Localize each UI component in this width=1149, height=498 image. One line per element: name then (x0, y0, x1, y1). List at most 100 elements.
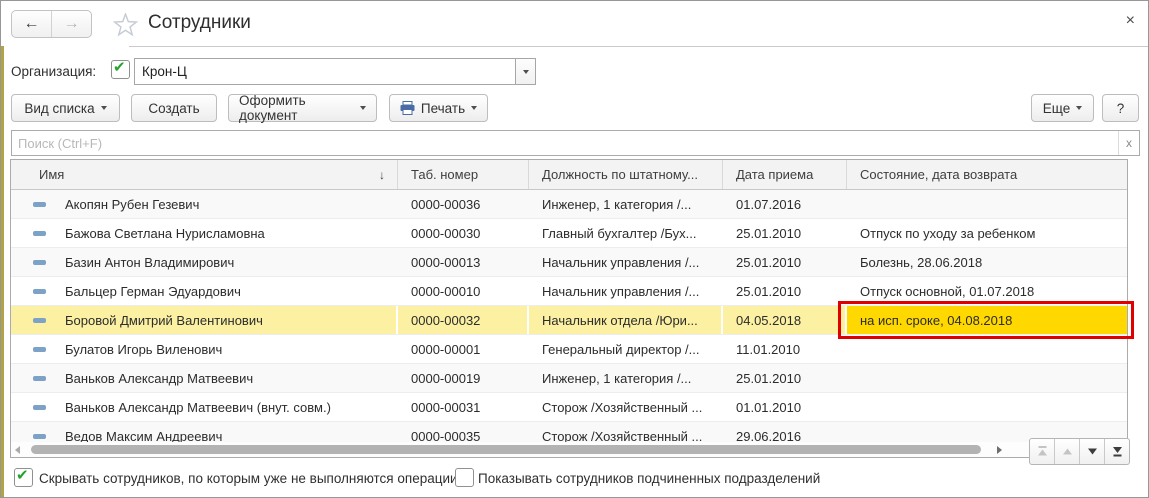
search-input[interactable] (12, 131, 1118, 155)
status-cell[interactable] (847, 393, 1127, 421)
printer-icon (400, 101, 415, 115)
table-row[interactable]: Бальцер Герман Эдуардович0000-00010Начал… (11, 277, 1127, 306)
make-document-label: Оформить документ (239, 93, 354, 123)
favorites-star-icon[interactable] (113, 13, 138, 42)
create-button[interactable]: Создать (131, 94, 217, 122)
column-header[interactable]: Должность по штатному... (529, 160, 723, 189)
horizontal-scrollbar[interactable] (11, 442, 1127, 457)
hide-employees-label[interactable]: Скрывать сотрудников, по которым уже не … (39, 471, 458, 486)
hire-date-cell[interactable]: 01.07.2016 (723, 190, 847, 218)
organization-checkbox[interactable]: ✔ (111, 60, 130, 79)
employee-position-cell[interactable]: Начальник управления /... (529, 277, 723, 305)
employee-name-cell[interactable]: Булатов Игорь Виленович (11, 335, 398, 363)
chevron-down-icon (523, 70, 529, 74)
employee-name-cell[interactable]: Базин Антон Владимирович (11, 248, 398, 276)
scroll-right-icon[interactable] (997, 446, 1002, 454)
go-last-button[interactable] (1104, 439, 1129, 464)
employee-number-cell[interactable]: 0000-00031 (398, 393, 529, 421)
help-button[interactable]: ? (1102, 94, 1139, 122)
employee-number-cell[interactable]: 0000-00035 (398, 422, 529, 442)
status-cell[interactable] (847, 335, 1127, 363)
status-cell[interactable]: Отпуск основной, 01.07.2018 (847, 277, 1127, 305)
show-subordinate-label[interactable]: Показывать сотрудников подчиненных подра… (478, 471, 820, 486)
column-header[interactable]: Дата приема (723, 160, 847, 189)
go-first-button[interactable] (1030, 439, 1054, 464)
table-row[interactable]: Ведов Максим Андреевич 0000-00035Сторож /… (11, 422, 1127, 442)
employee-number-cell[interactable]: 0000-00036 (398, 190, 529, 218)
history-nav-group: ← → (11, 10, 92, 38)
hire-date-cell[interactable]: 29.06.2016 (723, 422, 847, 442)
employee-icon (33, 318, 46, 323)
forward-button[interactable]: → (51, 11, 91, 37)
table-row[interactable]: Ваньков Александр Матвеевич (внут. совм.… (11, 393, 1127, 422)
table-row[interactable]: Ваньков Александр Матвеевич0000-00019Инж… (11, 364, 1127, 393)
hire-date-cell[interactable]: 25.01.2010 (723, 364, 847, 392)
hire-date-cell[interactable]: 01.01.2010 (723, 393, 847, 421)
make-document-button[interactable]: Оформить документ (228, 94, 377, 122)
hire-date-cell[interactable]: 04.05.2018 (723, 306, 847, 334)
employee-position-cell[interactable]: Начальник управления /... (529, 248, 723, 276)
column-header[interactable]: Состояние, дата возврата (847, 160, 1127, 189)
page-title: Сотрудники (148, 12, 251, 34)
employee-number-cell[interactable]: 0000-00010 (398, 277, 529, 305)
table-row[interactable]: Булатов Игорь Виленович0000-00001Генерал… (11, 335, 1127, 364)
hire-date-cell[interactable]: 11.01.2010 (723, 335, 847, 363)
employee-number-cell[interactable]: 0000-00001 (398, 335, 529, 363)
view-list-button[interactable]: Вид списка (11, 94, 120, 122)
status-cell[interactable]: Отпуск по уходу за ребенком (847, 219, 1127, 247)
scroll-left-icon[interactable] (15, 446, 20, 454)
employee-number-cell[interactable]: 0000-00030 (398, 219, 529, 247)
employee-position-cell[interactable]: Начальник отдела /Юри... (529, 306, 723, 334)
table-row[interactable]: Акопян Рубен Гезевич 0000-00036Инженер, 1… (11, 190, 1127, 219)
print-label: Печать (421, 101, 465, 116)
employee-number-cell[interactable]: 0000-00013 (398, 248, 529, 276)
employee-position-cell[interactable]: Сторож /Хозяйственный ... (529, 393, 723, 421)
previous-row-button[interactable] (1054, 439, 1079, 464)
hire-date-cell[interactable]: 25.01.2010 (723, 248, 847, 276)
employee-name-label: Акопян Рубен Гезевич (65, 197, 199, 212)
hire-date-cell[interactable]: 25.01.2010 (723, 219, 847, 247)
employee-name-cell[interactable]: Ваньков Александр Матвеевич (11, 364, 398, 392)
table-row[interactable]: Бажова Светлана Нурисламовна 0000-00030Гл… (11, 219, 1127, 248)
column-header[interactable]: Имя↓ (11, 160, 398, 189)
organization-input[interactable] (135, 59, 515, 84)
status-cell[interactable] (847, 364, 1127, 392)
hire-date-cell[interactable]: 25.01.2010 (723, 277, 847, 305)
table-row[interactable]: Базин Антон Владимирович 0000-00013Началь… (11, 248, 1127, 277)
employee-position-cell[interactable]: Инженер, 1 категория /... (529, 190, 723, 218)
employee-name-cell[interactable]: Боровой Дмитрий Валентинович (11, 306, 398, 334)
print-button[interactable]: Печать (389, 94, 488, 122)
column-header-label: Таб. номер (411, 167, 478, 182)
employee-name-cell[interactable]: Бальцер Герман Эдуардович (11, 277, 398, 305)
status-cell[interactable]: Болезнь, 28.06.2018 (847, 248, 1127, 276)
sort-desc-icon[interactable]: ↓ (379, 168, 385, 182)
status-cell[interactable] (847, 190, 1127, 218)
employee-number-cell[interactable]: 0000-00019 (398, 364, 529, 392)
table-row[interactable]: Боровой Дмитрий Валентинович0000-00032На… (11, 306, 1127, 335)
column-header[interactable]: Таб. номер (398, 160, 529, 189)
search-clear-icon[interactable]: x (1118, 131, 1139, 155)
scrollbar-thumb[interactable] (31, 445, 981, 454)
more-button[interactable]: Еще (1031, 94, 1094, 122)
organization-dropdown-button[interactable] (515, 59, 535, 84)
employee-position-cell[interactable]: Сторож /Хозяйственный ... (529, 422, 723, 442)
employee-number-cell[interactable]: 0000-00032 (398, 306, 529, 334)
employee-position-cell[interactable]: Главный бухгалтер /Бух... (529, 219, 723, 247)
employee-name-label: Базин Антон Владимирович (65, 255, 234, 270)
employee-position-cell[interactable]: Инженер, 1 категория /... (529, 364, 723, 392)
employee-name-cell[interactable]: Ведов Максим Андреевич (11, 422, 398, 442)
show-subordinate-checkbox[interactable] (455, 468, 474, 487)
next-row-button[interactable] (1079, 439, 1104, 464)
back-button[interactable]: ← (12, 11, 51, 37)
employee-name-label: Ведов Максим Андреевич (65, 429, 222, 443)
hide-employees-checkbox[interactable]: ✔ (14, 468, 33, 487)
employee-position-cell[interactable]: Генеральный директор /... (529, 335, 723, 363)
close-icon[interactable]: × (1126, 13, 1135, 29)
table-body: Акопян Рубен Гезевич0000-00036Инженер, 1… (11, 190, 1127, 442)
status-cell[interactable]: на исп. сроке, 04.08.2018 (847, 306, 1127, 334)
employee-name-label: Бажова Светлана Нурисламовна (65, 226, 265, 241)
employee-name-cell[interactable]: Ваньков Александр Матвеевич (внут. совм.… (11, 393, 398, 421)
employee-name-cell[interactable]: Акопян Рубен Гезевич (11, 190, 398, 218)
organization-label: Организация: (11, 64, 96, 79)
employee-name-cell[interactable]: Бажова Светлана Нурисламовна (11, 219, 398, 247)
